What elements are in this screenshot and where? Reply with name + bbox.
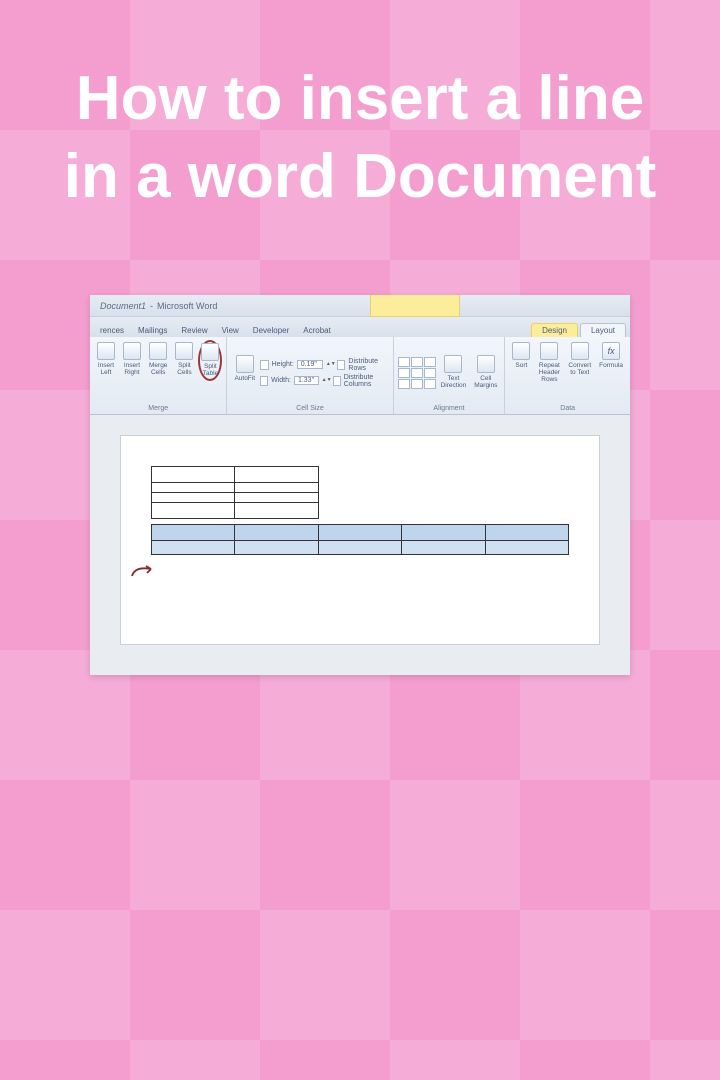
- titlebar-sep: -: [150, 301, 153, 311]
- text-direction-icon: [444, 355, 462, 373]
- convert-text-icon: [571, 342, 589, 360]
- sort-icon: [512, 342, 530, 360]
- ribbon-group-merge: Insert Left Insert Right Merge Cells Spl…: [90, 337, 227, 414]
- tab-design[interactable]: Design: [531, 323, 578, 337]
- page[interactable]: [120, 435, 600, 645]
- distribute-cols-button[interactable]: Distribute Columns: [344, 374, 389, 388]
- insert-left-icon: [97, 342, 115, 360]
- dist-rows-icon: [337, 360, 346, 370]
- ribbon-group-alignment: Text Direction Cell Margins Alignment: [394, 337, 506, 414]
- split-cells-icon: [175, 342, 193, 360]
- table-row: [152, 467, 569, 483]
- repeat-header-icon: [540, 342, 558, 360]
- table-row: [152, 493, 569, 503]
- page-title: How to insert a line in a word Document: [0, 0, 720, 215]
- height-spinner[interactable]: ▲▼: [326, 362, 334, 367]
- table-row: [152, 483, 569, 493]
- document-table[interactable]: [151, 466, 569, 555]
- formula-icon: fx: [602, 342, 620, 360]
- ribbon: Insert Left Insert Right Merge Cells Spl…: [90, 337, 630, 415]
- window-titlebar: Document1 - Microsoft Word: [90, 295, 630, 317]
- text-direction-button[interactable]: Text Direction: [438, 353, 470, 392]
- height-value[interactable]: 0.19": [297, 360, 323, 369]
- tab-view[interactable]: View: [216, 324, 245, 337]
- ribbon-group-data: Sort Repeat Header Rows Convert to Text …: [505, 337, 630, 414]
- merge-cells-button[interactable]: Merge Cells: [146, 340, 170, 379]
- cell-margins-icon: [477, 355, 495, 373]
- repeat-header-button[interactable]: Repeat Header Rows: [535, 340, 563, 385]
- split-table-icon: [201, 343, 219, 361]
- group-label-data: Data: [560, 405, 575, 412]
- width-label: Width:: [271, 377, 291, 384]
- tab-references[interactable]: rences: [94, 324, 130, 337]
- width-icon: [260, 376, 268, 386]
- height-icon: [260, 360, 269, 370]
- autofit-button[interactable]: AutoFit: [231, 353, 258, 392]
- merge-cells-icon: [149, 342, 167, 360]
- width-spinner[interactable]: ▲▼: [322, 378, 330, 383]
- group-label-merge: Merge: [148, 405, 168, 412]
- alignment-grid[interactable]: [398, 357, 436, 389]
- ribbon-tabs: rences Mailings Review View Developer Ac…: [90, 317, 630, 337]
- document-name: Document1: [100, 301, 146, 311]
- group-label-alignment: Alignment: [433, 405, 464, 412]
- context-tab-header: [370, 295, 460, 317]
- sort-button[interactable]: Sort: [509, 340, 533, 379]
- autofit-icon: [236, 355, 254, 373]
- group-label-cellsize: Cell Size: [296, 405, 324, 412]
- insert-left-button[interactable]: Insert Left: [94, 340, 118, 379]
- app-name: Microsoft Word: [157, 301, 217, 311]
- dist-cols-icon: [333, 376, 341, 386]
- table-row-selected: [152, 525, 569, 541]
- cell-margins-button[interactable]: Cell Margins: [471, 353, 500, 392]
- insert-right-button[interactable]: Insert Right: [120, 340, 144, 379]
- document-area: [90, 415, 630, 675]
- tab-developer[interactable]: Developer: [247, 324, 295, 337]
- tab-layout[interactable]: Layout: [580, 323, 626, 337]
- distribute-rows-button[interactable]: Distribute Rows: [348, 358, 388, 372]
- tab-acrobat[interactable]: Acrobat: [297, 324, 337, 337]
- ribbon-group-cellsize: AutoFit Height: 0.19" ▲▼ Distribute Rows…: [227, 337, 393, 414]
- convert-text-button[interactable]: Convert to Text: [565, 340, 594, 379]
- table-row: [152, 503, 569, 519]
- tab-mailings[interactable]: Mailings: [132, 324, 173, 337]
- width-value[interactable]: 1.33": [294, 376, 319, 385]
- height-label: Height:: [272, 361, 294, 368]
- split-table-button[interactable]: Split Table: [198, 340, 222, 381]
- annotation-arrow: [131, 564, 153, 578]
- table-row: [152, 541, 569, 555]
- insert-right-icon: [123, 342, 141, 360]
- split-cells-button[interactable]: Split Cells: [172, 340, 196, 379]
- word-screenshot: Document1 - Microsoft Word rences Mailin…: [90, 295, 630, 675]
- tab-review[interactable]: Review: [175, 324, 213, 337]
- formula-button[interactable]: fx Formula: [596, 340, 626, 379]
